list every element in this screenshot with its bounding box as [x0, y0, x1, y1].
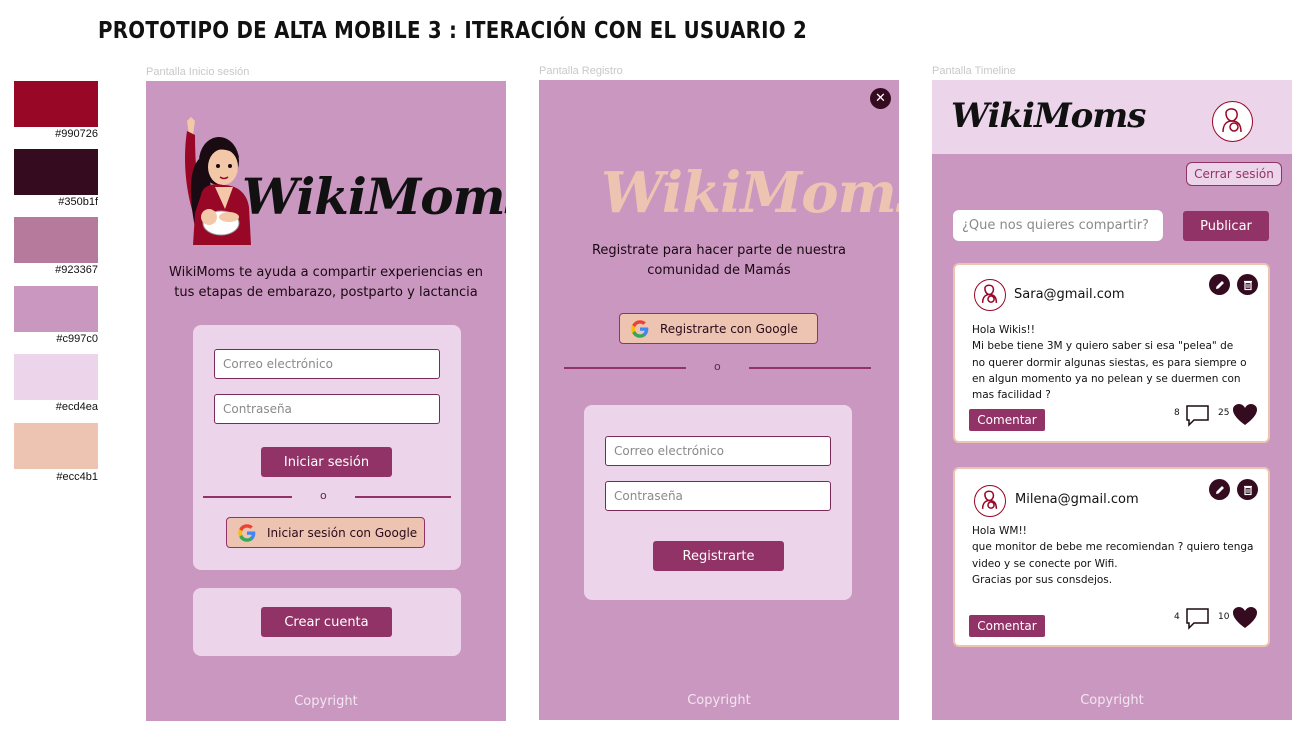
login-copyright: Copyright — [294, 694, 358, 709]
divider-right — [355, 496, 451, 498]
login-google-label: Iniciar sesión con Google — [267, 525, 418, 540]
like-count: 10 — [1218, 612, 1230, 622]
register-button[interactable]: Registrarte — [653, 541, 784, 571]
login-screen-caption: Pantalla Inicio sesión — [146, 66, 250, 78]
register-divider-right — [749, 367, 871, 369]
post-body: Hola WM!! que monitor de bebe me recomie… — [972, 523, 1257, 588]
post-composer-input[interactable] — [953, 210, 1163, 241]
post-body-line: Hola Wikis!! — [972, 324, 1035, 336]
swatch-1 — [14, 81, 98, 127]
post-body-line: no querer dormir algunas siestas, es par… — [972, 356, 1247, 369]
post-author[interactable]: Sara@gmail.com — [1014, 287, 1125, 302]
post-card: Milena@gmail.com Hola WM!! que monitor d… — [953, 467, 1270, 647]
comment-icon[interactable] — [1185, 607, 1210, 630]
login-screen: WikiMoms WikiMoms te ayuda a compartir e… — [146, 81, 506, 721]
swatch-3 — [14, 217, 98, 263]
login-tagline-line-2: tus etapas de embarazo, postparto y lact… — [174, 285, 478, 300]
timeline-screen: WikiMoms Cerrar sesión Publicar Sara@gma… — [932, 80, 1292, 720]
swatch-label-1: #990726 — [55, 128, 98, 140]
timeline-logo: WikiMoms — [951, 96, 1146, 136]
comment-button[interactable]: Comentar — [969, 615, 1045, 637]
register-divider-or: o — [714, 360, 721, 373]
login-tagline-line-1: WikiMoms te ayuda a compartir experienci… — [169, 265, 483, 280]
logout-button[interactable]: Cerrar sesión — [1186, 162, 1282, 186]
page-title: PROTOTIPO DE ALTA MOBILE 3 : ITERACIÓN C… — [98, 18, 808, 44]
edit-icon[interactable] — [1209, 274, 1230, 295]
post-avatar[interactable] — [974, 279, 1006, 311]
post-body-line: Gracias por sus consdejos. — [972, 573, 1113, 586]
comment-icon[interactable] — [1185, 404, 1210, 427]
post-body-line: mas facilidad ? — [972, 389, 1051, 402]
timeline-screen-caption: Pantalla Timeline — [932, 65, 1016, 77]
register-screen-caption: Pantalla Registro — [539, 65, 623, 77]
register-copyright: Copyright — [687, 693, 751, 708]
post-avatar[interactable] — [974, 485, 1006, 517]
divider-left — [203, 496, 292, 498]
comment-count: 4 — [1174, 612, 1180, 622]
post-body-line: Hola WM!! — [972, 525, 1027, 537]
login-logo: WikiMoms — [242, 167, 506, 226]
login-password-input[interactable] — [214, 394, 440, 424]
create-account-card: Crear cuenta — [193, 588, 461, 656]
register-password-input[interactable] — [605, 481, 831, 511]
google-icon — [631, 319, 649, 338]
timeline-copyright: Copyright — [1080, 693, 1144, 708]
mom-baby-icon — [1222, 108, 1242, 133]
google-icon — [238, 523, 256, 542]
register-screen: ✕ WikiMoms Registrate para hacer parte d… — [539, 80, 899, 720]
close-icon[interactable]: ✕ — [870, 88, 891, 109]
edit-icon[interactable] — [1209, 479, 1230, 500]
swatch-label-5: #ecd4ea — [55, 401, 98, 413]
comment-button[interactable]: Comentar — [969, 409, 1045, 431]
register-card: Registrarte — [584, 405, 852, 600]
login-google-button[interactable]: Iniciar sesión con Google — [226, 517, 425, 548]
divider-or: o — [320, 489, 327, 502]
post-body-line: video y se conecte por Wifi. — [972, 557, 1118, 570]
login-card: Iniciar sesión o Iniciar sesión con Goog… — [193, 325, 461, 570]
swatch-label-6: #ecc4b1 — [56, 471, 98, 483]
swatch-6 — [14, 423, 98, 469]
login-button[interactable]: Iniciar sesión — [261, 447, 392, 477]
comment-count: 8 — [1174, 408, 1180, 418]
register-email-input[interactable] — [605, 436, 831, 466]
timeline-header: WikiMoms — [932, 80, 1292, 154]
heart-icon[interactable] — [1232, 606, 1258, 630]
delete-icon[interactable] — [1237, 274, 1258, 295]
mom-baby-icon — [981, 284, 998, 303]
post-body-line: Mi bebe tiene 3M y quiero saber si esa "… — [972, 340, 1234, 353]
swatch-5 — [14, 354, 98, 400]
register-message-line-2: comunidad de Mamás — [647, 263, 791, 278]
create-account-button[interactable]: Crear cuenta — [261, 607, 392, 637]
login-email-input[interactable] — [214, 349, 440, 379]
heart-icon[interactable] — [1232, 403, 1258, 427]
register-logo: WikiMoms — [601, 160, 899, 226]
mom-baby-icon — [981, 490, 998, 509]
swatch-label-4: #c997c0 — [56, 333, 98, 345]
post-body-line: en algun momento ya no pelean y se duerm… — [972, 372, 1241, 385]
register-message-line-1: Registrate para hacer parte de nuestra — [591, 243, 847, 258]
publish-button[interactable]: Publicar — [1183, 211, 1269, 241]
register-google-label: Registrarte con Google — [660, 321, 798, 336]
like-count: 25 — [1218, 408, 1230, 418]
register-google-button[interactable]: Registrarte con Google — [619, 313, 818, 344]
swatch-label-2: #350b1f — [58, 196, 98, 208]
post-author[interactable]: Milena@gmail.com — [1015, 492, 1139, 507]
register-divider-left — [564, 367, 686, 369]
profile-avatar[interactable] — [1212, 101, 1253, 142]
swatch-2 — [14, 149, 98, 195]
post-body: Hola Wikis!! Mi bebe tiene 3M y quiero s… — [972, 322, 1257, 403]
post-card: Sara@gmail.com Hola Wikis!! Mi bebe tien… — [953, 263, 1270, 443]
swatch-4 — [14, 286, 98, 332]
swatch-label-3: #923367 — [55, 264, 98, 276]
delete-icon[interactable] — [1237, 479, 1258, 500]
post-body-line: que monitor de bebe me recomiendan ? qui… — [972, 541, 1254, 554]
